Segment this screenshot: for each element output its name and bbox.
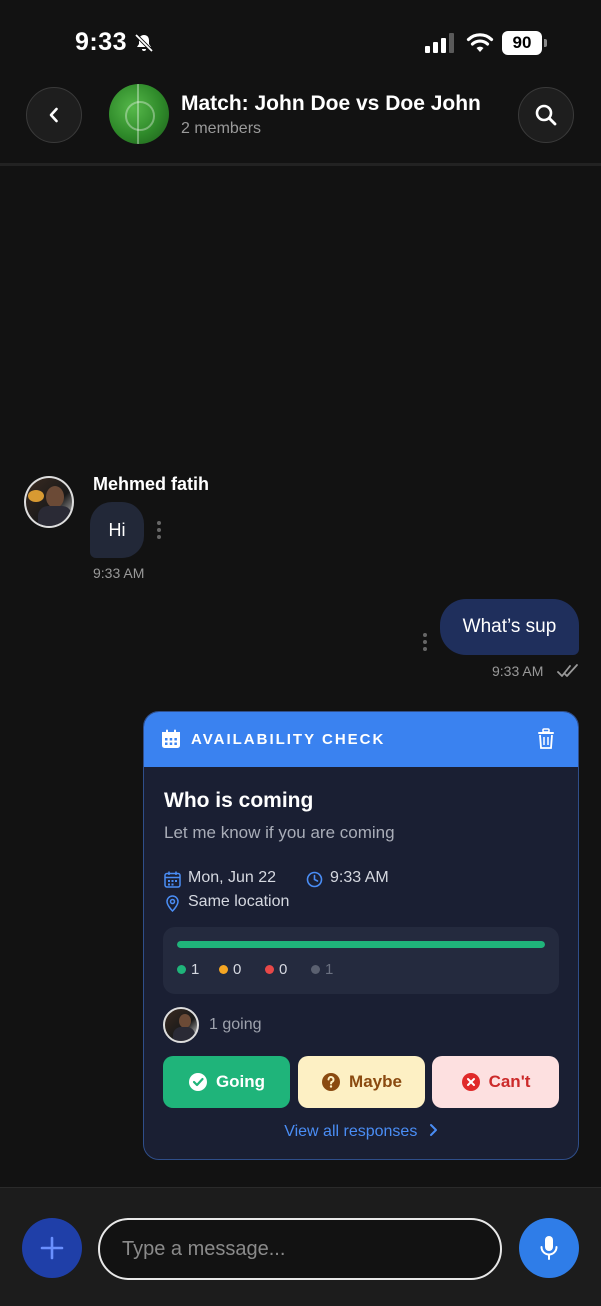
maybe-dot-icon	[219, 965, 228, 974]
event-location: Same location	[188, 893, 290, 910]
availability-card-label: AVAILABILITY CHECK	[191, 731, 386, 748]
tally-going-count: 1	[191, 961, 200, 978]
maybe-button-label: Maybe	[349, 1072, 402, 1091]
incoming-message-time: 9:33 AM	[93, 565, 145, 581]
event-date: Mon, Jun 22	[188, 869, 277, 886]
status-time: 9:33	[75, 28, 128, 56]
going-count-text: 1 going	[209, 1016, 262, 1033]
tally-no-response: 1	[311, 961, 333, 978]
response-summary: 1 0 0 1	[163, 927, 559, 994]
tally-maybe-count: 0	[233, 961, 242, 978]
message-composer	[0, 1187, 601, 1306]
status-bar: 9:33 90	[0, 0, 601, 80]
going-button[interactable]: Going	[163, 1056, 290, 1108]
wifi-icon	[466, 33, 494, 52]
tally-cant: 0	[265, 961, 287, 978]
going-user-avatar[interactable]	[163, 1007, 199, 1043]
plus-icon	[40, 1236, 64, 1260]
back-button[interactable]	[26, 87, 82, 143]
microphone-icon	[540, 1236, 558, 1260]
event-time: 9:33 AM	[330, 869, 389, 886]
no-response-dot-icon	[311, 965, 320, 974]
message-input[interactable]	[98, 1218, 502, 1280]
tally-cant-count: 0	[279, 961, 288, 978]
signal-icon	[425, 33, 454, 53]
availability-description: Let me know if you are coming	[164, 823, 395, 842]
chat-header: Match: John Doe vs Doe John 2 members	[0, 80, 601, 166]
chat-title[interactable]: Match: John Doe vs Doe John	[181, 92, 481, 116]
location-pin-icon	[166, 895, 179, 912]
going-dot-icon	[177, 965, 186, 974]
going-button-label: Going	[215, 1072, 266, 1091]
check-circle-icon	[188, 1073, 207, 1091]
view-all-responses-link[interactable]: View all responses	[144, 1123, 578, 1141]
tally-maybe: 0	[219, 961, 241, 978]
outgoing-message-time: 9:33 AM	[492, 663, 544, 679]
outgoing-message-bubble[interactable]: What’s sup	[440, 599, 579, 655]
tally-going: 1	[177, 961, 199, 978]
double-check-icon	[557, 664, 578, 677]
incoming-message-text: Hi	[108, 519, 126, 540]
tally-no-response-count: 1	[325, 961, 334, 978]
calendar-icon	[162, 729, 180, 748]
search-icon	[535, 104, 557, 126]
cant-button-label: Can't	[488, 1072, 531, 1091]
incoming-message-bubble[interactable]: Hi	[90, 502, 144, 558]
availability-card-header: AVAILABILITY CHECK	[144, 712, 578, 767]
bell-off-icon	[134, 33, 154, 53]
attach-button[interactable]	[22, 1218, 82, 1278]
question-circle-icon	[322, 1073, 341, 1091]
chevron-right-icon	[429, 1124, 437, 1136]
view-all-label: View all responses	[284, 1123, 418, 1140]
availability-title: Who is coming	[164, 789, 314, 812]
response-progress-bar	[177, 941, 545, 948]
group-avatar[interactable]	[109, 84, 169, 144]
clock-icon	[306, 871, 323, 888]
sender-name: Mehmed fatih	[93, 474, 210, 494]
availability-card: AVAILABILITY CHECK Who is coming Let me …	[143, 711, 579, 1160]
search-button[interactable]	[518, 87, 574, 143]
x-circle-icon	[461, 1073, 480, 1091]
sender-avatar[interactable]	[24, 476, 74, 528]
cant-button[interactable]: Can't	[432, 1056, 559, 1108]
chevron-left-icon	[49, 107, 58, 123]
cant-dot-icon	[265, 965, 274, 974]
calendar-icon	[164, 871, 181, 888]
trash-icon[interactable]	[537, 728, 555, 750]
member-count: 2 members	[181, 120, 262, 137]
outgoing-message-text: What’s sup	[462, 616, 557, 637]
maybe-button[interactable]: Maybe	[298, 1056, 425, 1108]
message-options-icon[interactable]	[156, 520, 162, 540]
microphone-button[interactable]	[519, 1218, 579, 1278]
battery-indicator: 90	[502, 31, 547, 55]
going-progress-fill	[177, 941, 545, 948]
message-options-icon[interactable]	[422, 632, 428, 652]
